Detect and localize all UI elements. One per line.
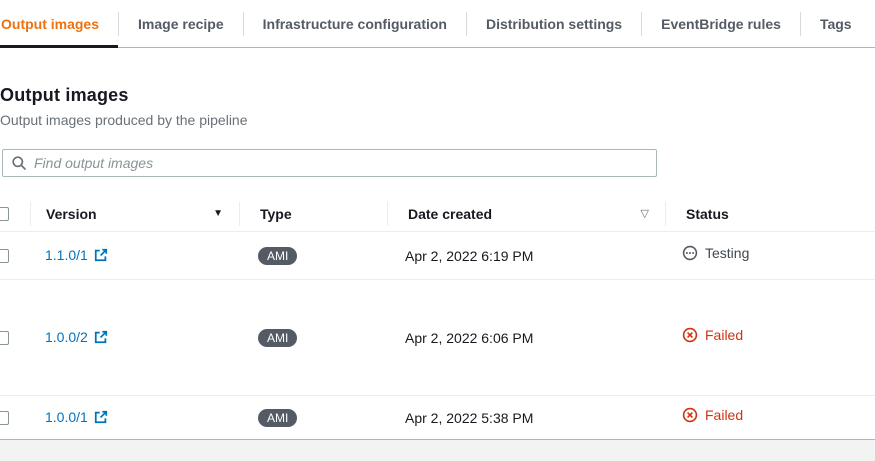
page-title: Output images	[0, 84, 875, 106]
sort-descending-icon: ▼	[213, 208, 223, 219]
status-badge: Failed	[682, 327, 743, 343]
tab-distribution-settings[interactable]: Distribution settings	[467, 0, 641, 47]
search-input[interactable]	[34, 155, 648, 171]
column-header-status: Status	[666, 206, 875, 222]
tab-eventbridge-rules[interactable]: EventBridge rules	[642, 0, 800, 47]
row-checkbox[interactable]	[0, 331, 9, 345]
search-icon	[11, 155, 27, 171]
sort-unsorted-icon: ▽	[641, 207, 649, 220]
external-link-icon[interactable]	[94, 330, 108, 344]
output-images-table: Version ▼ Type Date created ▽ Status 1.1…	[0, 196, 875, 441]
tab-tags[interactable]: Tags	[801, 0, 871, 47]
error-icon	[682, 327, 698, 343]
column-label: Status	[686, 206, 729, 222]
error-icon	[682, 407, 698, 423]
header-checkbox-cell	[0, 207, 30, 221]
type-badge: AMI	[258, 409, 297, 427]
version-text: 1.0.0/1	[45, 409, 88, 425]
type-badge: AMI	[258, 329, 297, 347]
date-created: Apr 2, 2022 5:38 PM	[385, 410, 662, 426]
column-label: Version	[46, 206, 97, 222]
search-box	[2, 149, 657, 177]
tab-output-images[interactable]: Output images	[0, 0, 118, 47]
select-all-checkbox[interactable]	[0, 207, 9, 221]
version-link[interactable]: 1.1.0/1	[45, 247, 108, 263]
tab-infrastructure-configuration[interactable]: Infrastructure configuration	[244, 0, 466, 47]
column-header-date-created[interactable]: Date created ▽	[388, 206, 665, 222]
in-progress-icon	[682, 245, 698, 261]
table-row: 1.0.0/1 AMI Apr 2, 2022 5:38 PM Faile	[0, 396, 875, 441]
version-text: 1.0.0/2	[45, 329, 88, 345]
tab-image-recipe[interactable]: Image recipe	[119, 0, 243, 47]
row-checkbox[interactable]	[0, 249, 9, 263]
page-background-strip	[0, 440, 875, 461]
table-row: 1.0.0/2 AMI Apr 2, 2022 6:06 PM Faile	[0, 280, 875, 396]
version-link[interactable]: 1.0.0/2	[45, 329, 108, 345]
status-badge: Failed	[682, 407, 743, 423]
tab-bar: Output images Image recipe Infrastructur…	[0, 0, 875, 48]
table-header-row: Version ▼ Type Date created ▽ Status	[0, 196, 875, 232]
table-row: 1.1.0/1 AMI Apr 2, 2022 6:19 PM	[0, 232, 875, 280]
external-link-icon[interactable]	[94, 410, 108, 424]
date-created: Apr 2, 2022 6:19 PM	[385, 248, 662, 264]
status-text: Failed	[705, 327, 743, 343]
page-description: Output images produced by the pipeline	[0, 110, 875, 130]
version-text: 1.1.0/1	[45, 247, 88, 263]
version-link[interactable]: 1.0.0/1	[45, 409, 108, 425]
row-checkbox[interactable]	[0, 411, 9, 425]
column-header-version[interactable]: Version ▼	[31, 206, 239, 222]
type-badge: AMI	[258, 247, 297, 265]
status-badge: Testing	[682, 245, 749, 261]
column-label: Type	[260, 206, 292, 222]
column-header-type: Type	[240, 206, 387, 222]
date-created: Apr 2, 2022 6:06 PM	[385, 330, 662, 346]
column-label: Date created	[408, 206, 492, 222]
external-link-icon[interactable]	[94, 248, 108, 262]
status-text: Testing	[705, 245, 749, 261]
status-text: Failed	[705, 407, 743, 423]
